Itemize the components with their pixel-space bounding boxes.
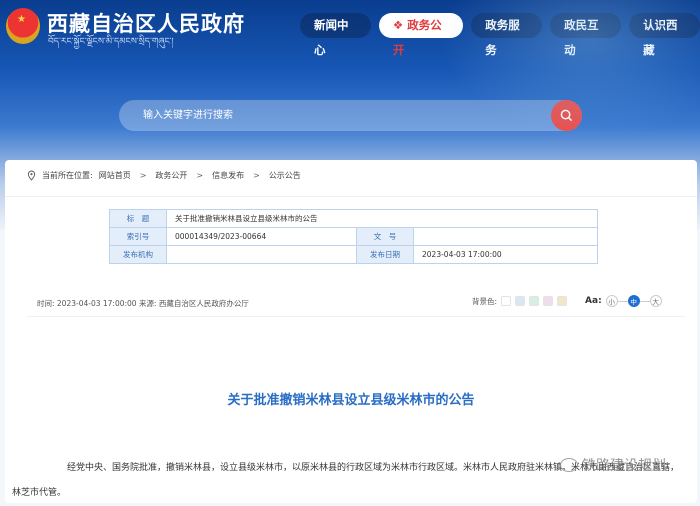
wechat-icon (560, 458, 578, 472)
bg-color-label: 背景色: (472, 296, 498, 306)
breadcrumb-notices[interactable]: 公示公告 (269, 170, 301, 181)
font-medium-button[interactable]: 中 (627, 295, 640, 307)
bg-swatch-blue[interactable] (515, 296, 526, 306)
title-label: 标 题 (109, 209, 167, 228)
search-button[interactable] (551, 100, 582, 131)
content-card: 当前所在位置: 网站首页 > 政务公开 > 信息发布 > 公示公告 标 题关于批准撤销… (5, 160, 697, 503)
site-subtitle-tibetan: བོད་རང་སྐྱོང་ལྗོངས་མི་དམངས་སྲིད་གཞུང་། (48, 37, 174, 47)
search-input[interactable] (119, 100, 549, 131)
font-small-button[interactable]: 小 (605, 295, 618, 307)
font-large-button[interactable]: 大 (649, 295, 662, 307)
breadcrumb: 当前所在位置: 网站首页 > 政务公开 > 信息发布 > 公示公告 (27, 170, 301, 181)
breadcrumb-prefix: 当前所在位置: (42, 171, 93, 180)
slider-track (639, 300, 650, 302)
breadcrumb-home[interactable]: 网站首页 (99, 170, 131, 181)
watermark: 铁路建设规划 (560, 455, 666, 475)
main-nav: 新闻中心 ❖ 政务公开 政务服务 政民互动 认识西藏 (300, 13, 700, 57)
date-value: 2023-04-03 17:00:00 (413, 245, 598, 264)
breadcrumb-sep: > (139, 171, 147, 180)
location-pin-icon (27, 170, 36, 181)
national-emblem-icon: ★ (6, 8, 40, 44)
breadcrumb-sep: > (253, 171, 260, 180)
bg-swatch-yellow[interactable] (557, 296, 568, 306)
nav-interaction[interactable]: 政民互动 (550, 13, 622, 57)
divider (5, 196, 697, 197)
bg-swatch-green[interactable] (529, 296, 540, 306)
metadata-table: 标 题关于批准撤销米林县设立县级米林市的公告 索引号 000014349/2023… (109, 209, 598, 264)
divider (27, 316, 685, 317)
org-label: 发布机构 (109, 245, 167, 264)
bg-swatch-pink[interactable] (543, 296, 554, 306)
nav-news[interactable]: 新闻中心 (300, 13, 371, 57)
font-size-label: Aa: (585, 296, 602, 306)
org-value (166, 245, 357, 264)
title-value: 关于批准撤销米林县设立县级米林市的公告 (166, 209, 598, 228)
date-label: 发布日期 (356, 245, 414, 264)
watermark-text: 铁路建设规划 (582, 458, 666, 474)
article-title: 关于批准撤销米林县设立县级米林市的公告 (227, 393, 475, 408)
breadcrumb-info-release[interactable]: 信息发布 (212, 170, 244, 181)
docno-label: 文 号 (356, 227, 414, 246)
bg-swatch-white[interactable] (501, 296, 512, 306)
search-icon (560, 109, 573, 122)
breadcrumb-gov-affairs[interactable]: 政务公开 (155, 170, 187, 181)
publish-info: 时间: 2023-04-03 17:00:00 来源: 西藏自治区人民政府办公厅 (37, 299, 249, 308)
index-label: 索引号 (109, 227, 167, 246)
nav-about-tibet[interactable]: 认识西藏 (629, 13, 700, 57)
nav-gov-affairs[interactable]: ❖ 政务公开 (378, 13, 464, 57)
breadcrumb-sep: > (196, 171, 204, 180)
nav-services[interactable]: 政务服务 (471, 13, 543, 57)
index-value: 000014349/2023-00664 (166, 227, 357, 246)
reading-tools: 背景色: Aa: 小 中 大 (472, 295, 662, 307)
knot-icon: ❖ (392, 18, 408, 32)
search-bar (119, 100, 582, 131)
docno-value (413, 227, 598, 246)
slider-track (617, 300, 628, 302)
